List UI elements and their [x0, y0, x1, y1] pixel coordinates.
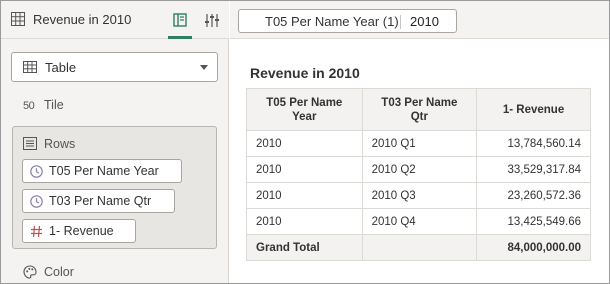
table-header-row: T05 Per Name Year T03 Per Name Qtr 1- Reve…: [246, 88, 591, 131]
rows-pill-year[interactable]: T05 Per Name Year: [22, 159, 182, 183]
grand-total-label: Grand Total: [246, 234, 363, 261]
tab-grammar[interactable]: [168, 6, 192, 39]
grammar-panel-icon: [173, 13, 187, 27]
active-tab-underline: [168, 36, 192, 39]
column-header-revenue[interactable]: 1- Revenue: [476, 88, 591, 131]
color-label: Color: [44, 265, 74, 279]
filter-bar: T05 Per Name Year (1) 2010: [230, 1, 609, 39]
table-row: 2010 2010 Q4 13,425,549.66: [246, 208, 591, 235]
table-grid-icon: [11, 12, 25, 26]
hash-icon: [31, 225, 42, 238]
data-panel: Revenue in 2010 Table 50 Tile Rows T05 P…: [1, 1, 229, 283]
table-row: 2010 2010 Q3 23,260,572.36: [246, 182, 591, 209]
rows-label: Rows: [44, 137, 76, 151]
filter-name: T05 Per Name Year (1): [265, 14, 399, 29]
column-header-year[interactable]: T05 Per Name Year: [246, 88, 363, 131]
cell-year[interactable]: 2010: [246, 208, 363, 235]
clock-icon: [30, 195, 43, 208]
grand-total-empty: [361, 234, 478, 261]
filter-divider: [400, 15, 401, 29]
tile-50-icon: 50: [23, 100, 35, 112]
rows-list-icon: [23, 137, 37, 150]
visualization-title: Revenue in 2010: [250, 65, 360, 81]
cell-revenue[interactable]: 33,529,317.84: [476, 156, 591, 183]
header-line: T05 Per Name: [266, 96, 343, 109]
cell-qtr[interactable]: 2010 Q2: [361, 156, 478, 183]
filter-pill-year[interactable]: T05 Per Name Year (1) 2010: [238, 9, 457, 33]
rows-pill-label: T03 Per Name Qtr: [49, 194, 152, 208]
table-row: 2010 2010 Q2 33,529,317.84: [246, 156, 591, 183]
grand-total-row: Grand Total 84,000,000.00: [246, 234, 591, 261]
visualization-type-label: Table: [45, 60, 77, 75]
cell-revenue[interactable]: 13,425,549.66: [476, 208, 591, 235]
table-grid-icon: [23, 61, 37, 73]
grand-total-value: 84,000,000.00: [476, 234, 591, 261]
rows-pill-label: 1- Revenue: [49, 224, 114, 238]
rows-drop-target[interactable]: Rows T05 Per Name Year T03 Per Name Qtr: [12, 126, 217, 249]
rows-pill-label: T05 Per Name Year: [49, 164, 159, 178]
clock-icon: [30, 165, 43, 178]
rows-pill-revenue[interactable]: 1- Revenue: [22, 219, 136, 243]
header-line: 1- Revenue: [502, 103, 565, 116]
column-header-qtr[interactable]: T03 Per Name Qtr: [361, 88, 478, 131]
header-line: Qtr: [410, 110, 428, 123]
palette-icon: [23, 265, 37, 279]
canvas: T05 Per Name Year (1) 2010 Revenue in 20…: [230, 1, 609, 283]
header-line: T03 Per Name: [381, 96, 458, 109]
rows-pill-qtr[interactable]: T03 Per Name Qtr: [22, 189, 175, 213]
cell-year[interactable]: 2010: [246, 156, 363, 183]
pivot-table: T05 Per Name Year T03 Per Name Qtr 1- Reve…: [246, 88, 591, 261]
cell-qtr[interactable]: 2010 Q3: [361, 182, 478, 209]
cell-year[interactable]: 2010: [246, 182, 363, 209]
cell-year[interactable]: 2010: [246, 130, 363, 157]
properties-sliders-icon: [205, 14, 219, 27]
filter-value[interactable]: 2010: [410, 14, 439, 29]
viz-name-label: Revenue in 2010: [33, 12, 132, 27]
table-row: 2010 2010 Q1 13,784,560.14: [246, 130, 591, 157]
tab-properties[interactable]: [201, 6, 223, 38]
visualization-type-select[interactable]: Table: [11, 52, 218, 82]
chevron-down-icon: [200, 65, 208, 70]
cell-qtr[interactable]: 2010 Q4: [361, 208, 478, 235]
cell-revenue[interactable]: 23,260,572.36: [476, 182, 591, 209]
cell-qtr[interactable]: 2010 Q1: [361, 130, 478, 157]
header-line: Year: [292, 110, 317, 123]
panel-header: Revenue in 2010: [1, 1, 229, 39]
tile-label: Tile: [44, 98, 64, 112]
cell-revenue[interactable]: 13,784,560.14: [476, 130, 591, 157]
